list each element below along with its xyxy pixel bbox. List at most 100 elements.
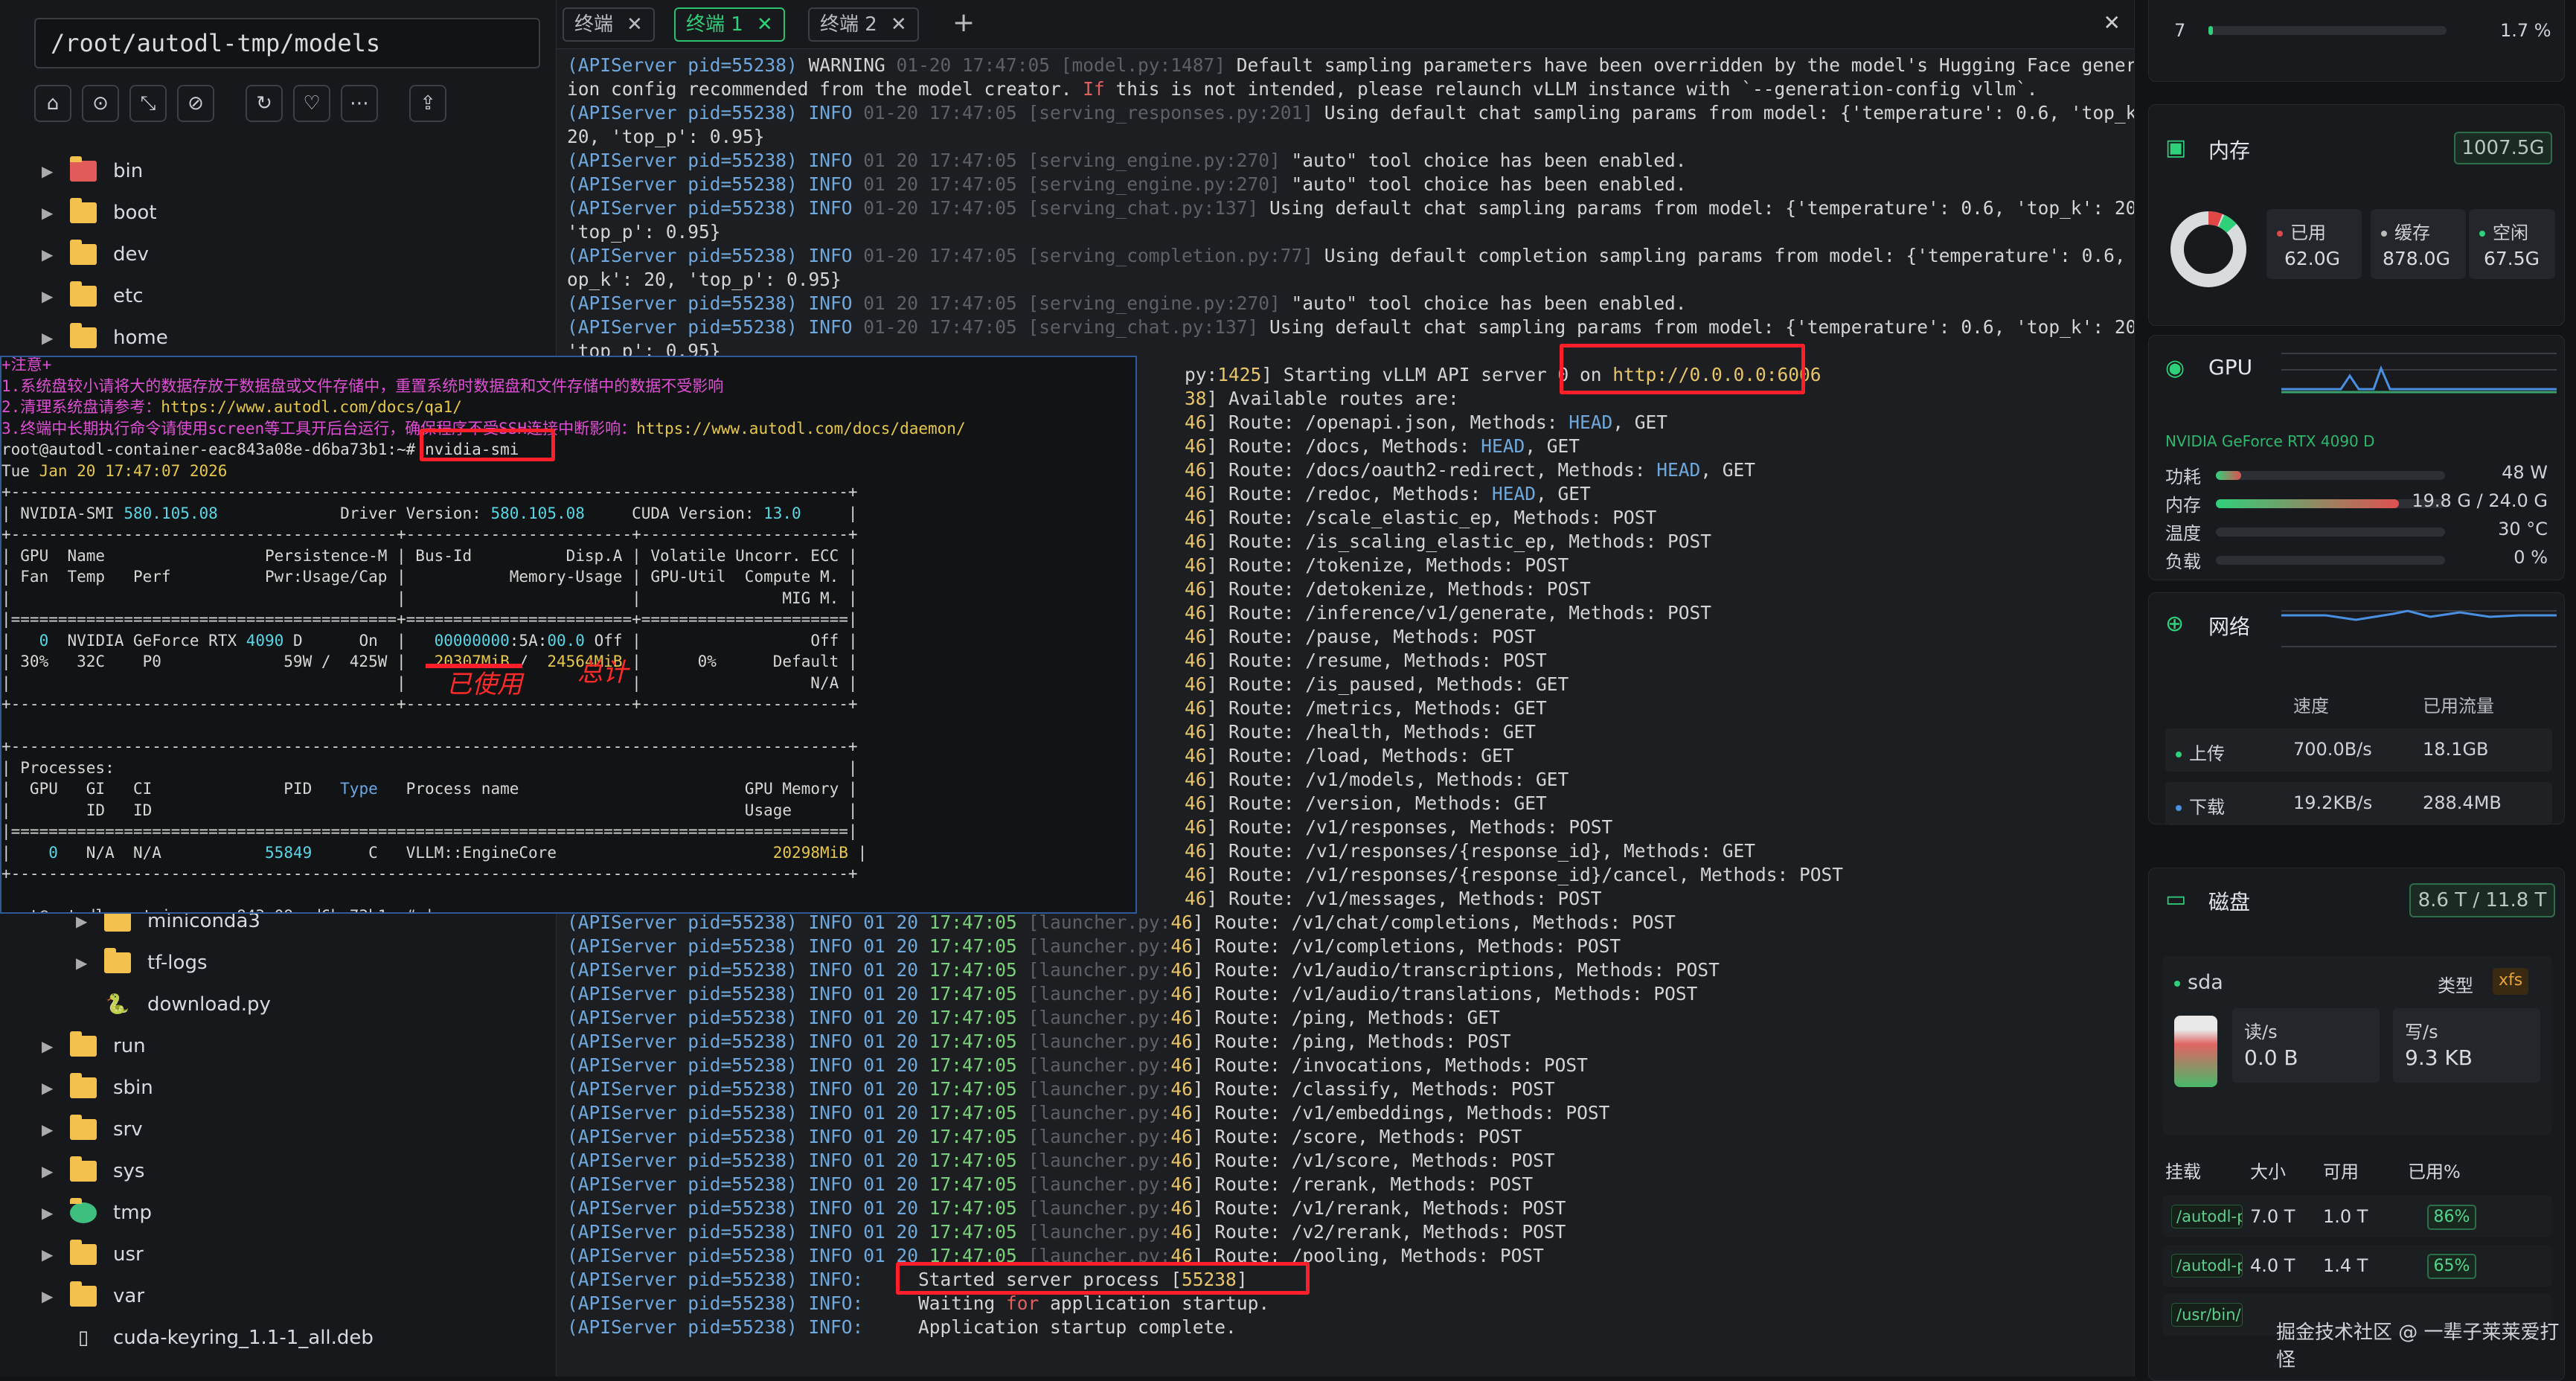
gpu-metric-value: 30 °C (2498, 519, 2548, 539)
chevron-right-icon[interactable]: ▶ (42, 1121, 58, 1138)
close-panel-icon[interactable]: ✕ (2104, 10, 2121, 35)
chevron-right-icon[interactable]: ▶ (42, 1287, 58, 1305)
tree-item-label: etc (113, 285, 144, 307)
chevron-right-icon[interactable]: ▶ (42, 1204, 58, 1222)
disk-usage-gauge (2174, 1016, 2217, 1087)
file-icon: ▯ (77, 1327, 89, 1349)
terminal-line: (APIServer pid=55238) INFO 01 20 17:47:0… (567, 292, 1687, 314)
gpu-metric-bar (2216, 471, 2445, 480)
chevron-right-icon[interactable]: ▶ (42, 329, 58, 347)
tree-item-usr[interactable]: ▶ usr (42, 1237, 144, 1272)
smi-line: | ID ID Usage | (1, 801, 858, 819)
tree-item-tmp[interactable]: ▶ tmp (42, 1195, 152, 1231)
close-icon[interactable]: ✕ (891, 9, 907, 40)
refresh-icon[interactable]: ↻ (246, 85, 283, 122)
upload-icon[interactable]: ⇪ (409, 85, 446, 122)
tree-item-tf-logs[interactable]: ▶ tf-logs (76, 945, 208, 981)
python-file-icon: 🐍 (105, 993, 130, 1016)
memory-title: 内存 (2208, 138, 2251, 163)
chevron-right-icon[interactable]: ▶ (42, 1162, 58, 1180)
monitor-panel: 7 1.7 % ▣ 内存 1007.5G 已用 62.0G 缓存 878.0G … (2134, 0, 2576, 1381)
gpu-metric-bar (2216, 499, 2445, 508)
annotation-used: 已使用 (446, 670, 522, 699)
folder-icon (70, 1281, 97, 1307)
smi-line: | Fan Temp Perf Pwr:Usage/Cap | Memory-U… (1, 568, 858, 586)
tab-terminal[interactable]: 终端 ✕ (563, 7, 655, 42)
folder-icon (70, 1031, 97, 1057)
chevron-right-icon[interactable]: ▶ (42, 1037, 58, 1055)
chevron-right-icon[interactable]: ▶ (42, 287, 58, 305)
tree-item-dev[interactable]: ▶ dev (42, 237, 149, 272)
gpu-metric-label: 负载 (2165, 551, 2201, 572)
gpu-model: NVIDIA GeForce RTX 4090 D (2165, 432, 2375, 450)
terminal-line: (APIServer pid=55238) WARNING 01-20 17:4… (567, 54, 2134, 76)
tree-item-srv[interactable]: ▶ srv (42, 1112, 143, 1147)
startup-line: (APIServer pid=55238) INFO: Application … (567, 1316, 1237, 1338)
tree-item-label: run (113, 1035, 146, 1057)
tree-item-label: usr (113, 1243, 144, 1266)
network-sparkline (2281, 609, 2557, 647)
nvidia-smi-window[interactable]: +注意+ 1.系统盘较小请将大的数据存放于数据盘或文件存储中，重置系统时数据盘和文… (0, 356, 1137, 914)
tree-item-label: download.py (147, 993, 271, 1016)
tree-item-home[interactable]: ▶ home (42, 320, 168, 356)
terminal-line: (APIServer pid=55238) INFO 01-20 17:47:0… (567, 316, 2134, 338)
tree-item-boot[interactable]: ▶ boot (42, 195, 157, 231)
tree-item-cuda-keyring-1-1-1-all-deb[interactable]: ▯ cuda-keyring_1.1-1_all.deb (42, 1320, 374, 1356)
add-tab-icon[interactable]: + (952, 7, 975, 38)
chevron-right-icon[interactable]: ▶ (42, 246, 58, 263)
disk-icon: ▭ (2165, 886, 2187, 912)
tree-item-sys[interactable]: ▶ sys (42, 1153, 144, 1189)
route-line: (APIServer pid=55238) INFO 01 20 17:47:0… (567, 911, 1676, 933)
favorite-icon[interactable]: ♡ (293, 85, 330, 122)
chevron-right-icon[interactable]: ▶ (42, 162, 58, 180)
disk-mount-badge: /usr/bin/n (2171, 1303, 2243, 1327)
more-icon[interactable]: ⋯ (341, 85, 378, 122)
smi-line: +---------------------------------------… (1, 695, 858, 713)
chevron-right-icon[interactable]: ▶ (42, 1246, 58, 1263)
memory-cache-stat: 缓存 878.0G (2371, 209, 2466, 279)
close-icon[interactable]: ✕ (627, 9, 643, 40)
folder-icon (70, 323, 97, 348)
tree-item-label: var (113, 1285, 145, 1307)
terminal-tabbar: 终端 ✕ 终端 1 ✕ 终端 2 ✕ + ✕ (557, 0, 2134, 49)
smi-line: |=======================================… (1, 822, 858, 840)
gpu-metric-label: 功耗 (2165, 467, 2201, 487)
tab-terminal-2[interactable]: 终端 2 ✕ (808, 7, 919, 42)
chevron-right-icon[interactable]: ▶ (76, 954, 92, 972)
terminal-line: (APIServer pid=55238) INFO 01-20 17:47:0… (567, 197, 2134, 219)
tree-item-var[interactable]: ▶ var (42, 1278, 144, 1314)
smi-line: | Processes: | (1, 758, 858, 777)
tree-item-run[interactable]: ▶ run (42, 1028, 146, 1064)
terminal-line: (APIServer pid=55238) INFO 01 20 17:47:0… (567, 173, 1687, 195)
chevron-right-icon[interactable]: ▶ (42, 1079, 58, 1097)
cpu-core-bar (2208, 26, 2447, 35)
tree-item-bin[interactable]: ▶ bin (42, 153, 143, 189)
folder-icon (70, 156, 97, 182)
locate-icon[interactable]: ⊙ (82, 85, 119, 122)
tree-item-sbin[interactable]: ▶ sbin (42, 1070, 153, 1106)
hide-icon[interactable]: ⊘ (177, 85, 214, 122)
collapse-icon[interactable]: ⤡ (129, 85, 167, 122)
tab-terminal-1[interactable]: 终端 1 ✕ (674, 7, 785, 42)
terminal-line: op_k': 20, 'top_p': 0.95} (567, 269, 842, 290)
cpu-card: 7 1.7 % (2148, 0, 2565, 82)
home-icon[interactable]: ⌂ (34, 85, 71, 122)
tree-item-download-py[interactable]: 🐍 download.py (76, 987, 271, 1022)
chevron-right-icon[interactable]: ▶ (42, 204, 58, 222)
smi-line: +---------------------------------------… (1, 525, 858, 543)
tree-item-etc[interactable]: ▶ etc (42, 278, 144, 314)
disk-mount-badge: /autodl-pu (2171, 1205, 2243, 1228)
highlight-nvidia-smi-command (420, 429, 555, 461)
path-input[interactable]: /root/autodl-tmp/models (34, 18, 540, 68)
notice-line: 1.系统盘较小请将大的数据存放于数据盘或文件存储中，重置系统时数据盘和文件存储中… (1, 377, 724, 395)
chevron-right-icon[interactable]: ▶ (76, 912, 92, 930)
close-icon[interactable]: ✕ (757, 9, 773, 40)
smi-line: +---------------------------------------… (1, 737, 858, 755)
folder-icon (70, 1115, 97, 1140)
route-line: (APIServer pid=55238) INFO 01 20 17:47:0… (567, 1054, 1588, 1076)
smi-line: | GPU GI CI PID Type Process name GPU Me… (1, 780, 858, 798)
network-title: 网络 (2208, 615, 2251, 639)
disk-col-header: 大小 (2250, 1161, 2286, 1182)
route-line: (APIServer pid=55238) INFO 01 20 17:47:0… (567, 983, 1698, 1004)
upload-row: 上传 700.0B/s 18.1GB (2165, 728, 2552, 772)
